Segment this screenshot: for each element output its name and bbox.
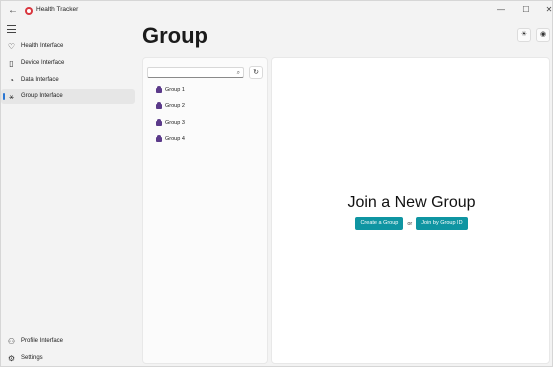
group-label: Group 2 (165, 103, 185, 109)
gear-icon: ⚙ (7, 354, 16, 363)
group-network-icon: ⚹ (9, 92, 14, 101)
sidebar-item-profile[interactable]: ⚇ Profile Interface (1, 334, 135, 349)
app-logo-icon (25, 7, 33, 15)
join-actions: Create a Group or Join by Group ID (272, 217, 551, 230)
back-arrow-icon[interactable]: ← (7, 5, 19, 17)
sidebar-item-label: Device Interface (21, 60, 65, 66)
search-icon[interactable]: ⌕ (237, 69, 240, 77)
sidebar-item-label: Health Interface (21, 43, 64, 49)
hamburger-menu-icon[interactable] (7, 25, 16, 33)
sidebar-item-settings[interactable]: ⚙ Settings (1, 351, 135, 366)
group-list-item[interactable]: Group 4 (155, 134, 255, 146)
group-list-item[interactable]: Group 1 (155, 85, 255, 97)
group-list-panel: ⌕ ↻ Group 1 Group 2 Group 3 Group 4 (142, 57, 268, 364)
github-icon: ◉ (539, 31, 547, 38)
sidebar-item-device[interactable]: ▯ Device Interface (1, 56, 135, 71)
group-icon (156, 86, 162, 93)
search-input[interactable] (150, 68, 234, 77)
app-title: Health Tracker (36, 6, 79, 13)
group-label: Group 1 (165, 87, 185, 93)
theme-toggle-button[interactable]: ☀ (517, 28, 531, 42)
sidebar-item-label: Group Interface (21, 93, 63, 99)
device-icon: ▯ (9, 59, 14, 68)
active-indicator (3, 93, 5, 100)
sidebar-item-health[interactable]: ♡ Health Interface (1, 39, 135, 54)
group-label: Group 4 (165, 136, 185, 142)
sun-icon: ☀ (520, 31, 528, 38)
join-group-heading: Join a New Group (347, 194, 476, 211)
group-list-item[interactable]: Group 2 (155, 101, 255, 113)
refresh-button[interactable]: ↻ (249, 66, 263, 79)
people-icon: ⚇ (7, 337, 16, 346)
group-list-item[interactable]: Group 3 (155, 118, 255, 130)
group-label: Group 3 (165, 120, 185, 126)
search-box: ⌕ (147, 67, 244, 78)
sidebar-item-data[interactable]: ◔ Data Interface (1, 73, 135, 88)
sidebar-item-label: Data Interface (21, 77, 59, 83)
app-window: ← Health Tracker — ☐ ✕ ♡ Health Interfac… (0, 0, 553, 367)
maximize-button[interactable]: ☐ (519, 4, 533, 16)
heart-icon: ♡ (7, 42, 16, 51)
refresh-icon: ↻ (253, 69, 259, 76)
main-panel: Join a New Group Create a Group or Join … (271, 57, 550, 364)
sidebar-item-label: Settings (21, 355, 43, 361)
create-group-button[interactable]: Create a Group (355, 217, 404, 230)
sidebar-item-label: Profile Interface (21, 338, 64, 344)
page-title: Group (142, 23, 208, 48)
github-button[interactable]: ◉ (536, 28, 550, 42)
join-by-id-button[interactable]: Join by Group ID (416, 217, 468, 230)
group-icon (156, 102, 162, 109)
close-button[interactable]: ✕ (542, 4, 552, 16)
minimize-button[interactable]: — (494, 4, 508, 16)
sidebar-item-group[interactable]: ⚹ Group Interface (1, 89, 135, 104)
title-bar: ← Health Tracker — ☐ ✕ (1, 1, 552, 21)
group-icon (156, 135, 162, 142)
group-icon (156, 119, 162, 126)
or-separator: or (407, 220, 413, 227)
data-icon: ◔ (9, 76, 14, 85)
